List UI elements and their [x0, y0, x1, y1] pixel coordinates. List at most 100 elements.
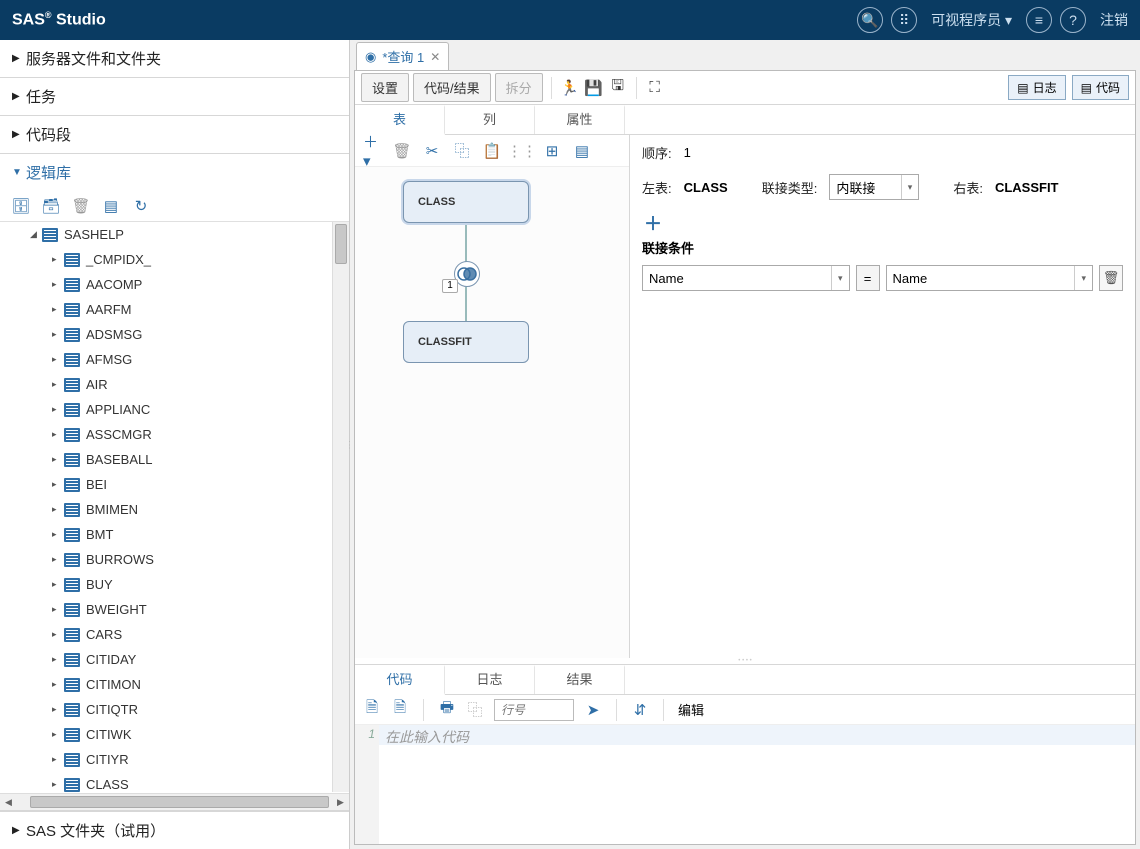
table-node-class[interactable]: CLASS — [403, 181, 529, 223]
table-node[interactable]: ▸CARS — [0, 622, 331, 647]
add-table-icon[interactable]: ＋▾ — [363, 142, 381, 160]
layout1-icon[interactable]: ⋮⋮ — [513, 142, 531, 160]
section-sasfolders[interactable]: ▶SAS 文件夹（试用） — [0, 811, 349, 849]
log-chip-icon: ▤ — [1017, 81, 1028, 95]
eye-icon: ◉ — [365, 49, 376, 65]
layout3-icon[interactable]: ▤ — [573, 142, 591, 160]
query-canvas-column: ＋▾ 🗑 ✂ ⿻ 📋 ⋮⋮ ⊞ ▤ CLASS — [355, 135, 630, 658]
table-node[interactable]: ▸BWEIGHT — [0, 597, 331, 622]
table-node[interactable]: ▸AACOMP — [0, 272, 331, 297]
codetab-code[interactable]: 代码 — [355, 665, 445, 695]
table-node[interactable]: ▸BEI — [0, 472, 331, 497]
open-code-icon[interactable]: 🗎 — [363, 701, 381, 719]
save-icon[interactable]: 💾 — [584, 78, 604, 98]
codetab-log[interactable]: 日志 — [445, 665, 535, 694]
help-icon[interactable]: ? — [1060, 7, 1086, 33]
table-node[interactable]: ▸BURROWS — [0, 547, 331, 572]
table-node[interactable]: ▸_CMPIDX_ — [0, 247, 331, 272]
canvas-toolbar: ＋▾ 🗑 ✂ ⿻ 📋 ⋮⋮ ⊞ ▤ — [355, 135, 629, 167]
code-chip-icon: ▤ — [1081, 81, 1092, 95]
table-node[interactable]: ▸AARFM — [0, 297, 331, 322]
goto-line-icon[interactable]: ➤ — [584, 701, 602, 719]
apps-icon[interactable]: ⠿ — [891, 7, 917, 33]
table-node[interactable]: ▸CITIWK — [0, 722, 331, 747]
navigator-panel: ▶服务器文件和文件夹 ▶任务 ▶代码段 ▼逻辑库 🗄 🗃 🗑 ▤ ↻ ◢SASH… — [0, 40, 350, 849]
codetab-results[interactable]: 结果 — [535, 665, 625, 694]
table-node[interactable]: ▸BUY — [0, 572, 331, 597]
refresh-icon[interactable]: ↻ — [132, 197, 150, 215]
copy-icon[interactable]: ⿻ — [453, 142, 471, 160]
join-connector — [465, 287, 467, 321]
edit-button[interactable]: 编辑 — [678, 700, 704, 719]
table-node[interactable]: ▸ASSCMGR — [0, 422, 331, 447]
table-node[interactable]: ▸AIR — [0, 372, 331, 397]
table-node[interactable]: ▸CITIDAY — [0, 647, 331, 672]
delete-table-icon[interactable]: 🗑 — [393, 142, 411, 160]
subtab-props[interactable]: 属性 — [535, 105, 625, 134]
cond-operator[interactable]: = — [856, 265, 880, 291]
query-diagram-canvas[interactable]: CLASS 1 CLASSFIT — [355, 167, 629, 658]
table-node[interactable]: ▸CITIMON — [0, 672, 331, 697]
run-icon: 🏃 — [560, 78, 580, 98]
table-node[interactable]: ▸CITIYR — [0, 747, 331, 772]
section-tasks[interactable]: ▶任务 — [0, 77, 349, 115]
code-chip[interactable]: ▤代码 — [1072, 75, 1129, 100]
settings-button[interactable]: 设置 — [361, 73, 409, 102]
copy-code-icon[interactable]: ⿻ — [466, 701, 484, 719]
search-icon[interactable]: 🔍 — [857, 7, 883, 33]
properties-icon[interactable]: ▤ — [102, 197, 120, 215]
section-snippets[interactable]: ▶代码段 — [0, 115, 349, 153]
add-join-button[interactable]: ＋ — [642, 212, 664, 234]
delete-condition-button[interactable]: 🗑 — [1099, 265, 1123, 291]
toggle-view-icon[interactable]: ⇵ — [631, 701, 649, 719]
table-node-classfit[interactable]: CLASSFIT — [403, 321, 529, 363]
section-files[interactable]: ▶服务器文件和文件夹 — [0, 40, 349, 77]
assign-library-icon[interactable]: 🗃 — [42, 197, 60, 215]
table-node[interactable]: ▸CITIQTR — [0, 697, 331, 722]
code-results-button[interactable]: 代码/结果 — [413, 73, 491, 102]
export-code-icon[interactable]: 🗎 — [391, 701, 409, 719]
cond-left-select[interactable]: Name▾ — [642, 265, 850, 291]
saveas-icon[interactable]: 🖫 — [608, 78, 628, 98]
subtab-column[interactable]: 列 — [445, 105, 535, 134]
tree-horizontal-scrollbar[interactable]: ◀▶ — [0, 793, 349, 810]
table-node[interactable]: ▸APPLIANC — [0, 397, 331, 422]
app-brand: SAS® Studio — [12, 10, 106, 29]
line-number-field[interactable] — [494, 699, 574, 721]
library-node-sashelp[interactable]: ◢SASHELP — [0, 222, 331, 247]
table-node[interactable]: ▸BASEBALL — [0, 447, 331, 472]
code-editor[interactable]: 1 在此输入代码 — [355, 725, 1135, 844]
paste-icon[interactable]: 📋 — [483, 142, 501, 160]
cut-icon[interactable]: ✂ — [423, 142, 441, 160]
jointype-select[interactable]: 内联接▾ — [829, 174, 919, 200]
right-table-label: 右表: — [953, 178, 983, 197]
tree-vertical-scrollbar[interactable] — [332, 222, 349, 792]
tab-query1[interactable]: ◉ *查询 1 ✕ — [356, 42, 449, 70]
close-tab-icon[interactable]: ✕ — [430, 50, 440, 64]
join-connector — [465, 223, 467, 263]
user-role-dropdown[interactable]: 可视程序员 ▾ — [931, 10, 1012, 30]
editor-toolbar: 设置 代码/结果 拆分 🏃 💾 🖫 ⛶ ▤日志 ▤代码 — [355, 71, 1135, 105]
subtab-table[interactable]: 表 — [355, 105, 445, 135]
layout2-icon[interactable]: ⊞ — [543, 142, 561, 160]
cond-right-select[interactable]: Name▾ — [886, 265, 1094, 291]
print-icon[interactable]: 🖶 — [438, 701, 456, 719]
menu-icon[interactable]: ≡ — [1026, 7, 1052, 33]
fullscreen-icon[interactable]: ⛶ — [645, 78, 665, 98]
table-node[interactable]: ▸CLASS — [0, 772, 331, 792]
logout-link[interactable]: 注销 — [1100, 10, 1128, 30]
code-placeholder: 在此输入代码 — [379, 725, 1135, 745]
join-order-badge: 1 — [442, 279, 458, 293]
table-node[interactable]: ▸BMIMEN — [0, 497, 331, 522]
table-node[interactable]: ▸BMT — [0, 522, 331, 547]
editor-tabbar: ◉ *查询 1 ✕ — [350, 40, 1140, 70]
split-button[interactable]: 拆分 — [495, 73, 543, 102]
table-node[interactable]: ▸ADSMSG — [0, 322, 331, 347]
table-node[interactable]: ▸AFMSG — [0, 347, 331, 372]
library-toolbar: 🗄 🗃 🗑 ▤ ↻ — [0, 191, 349, 222]
new-library-icon[interactable]: 🗄 — [12, 197, 30, 215]
log-chip[interactable]: ▤日志 — [1008, 75, 1065, 100]
tab-label: *查询 1 — [382, 47, 424, 66]
section-libraries[interactable]: ▼逻辑库 — [0, 153, 349, 191]
delete-icon[interactable]: 🗑 — [72, 197, 90, 215]
